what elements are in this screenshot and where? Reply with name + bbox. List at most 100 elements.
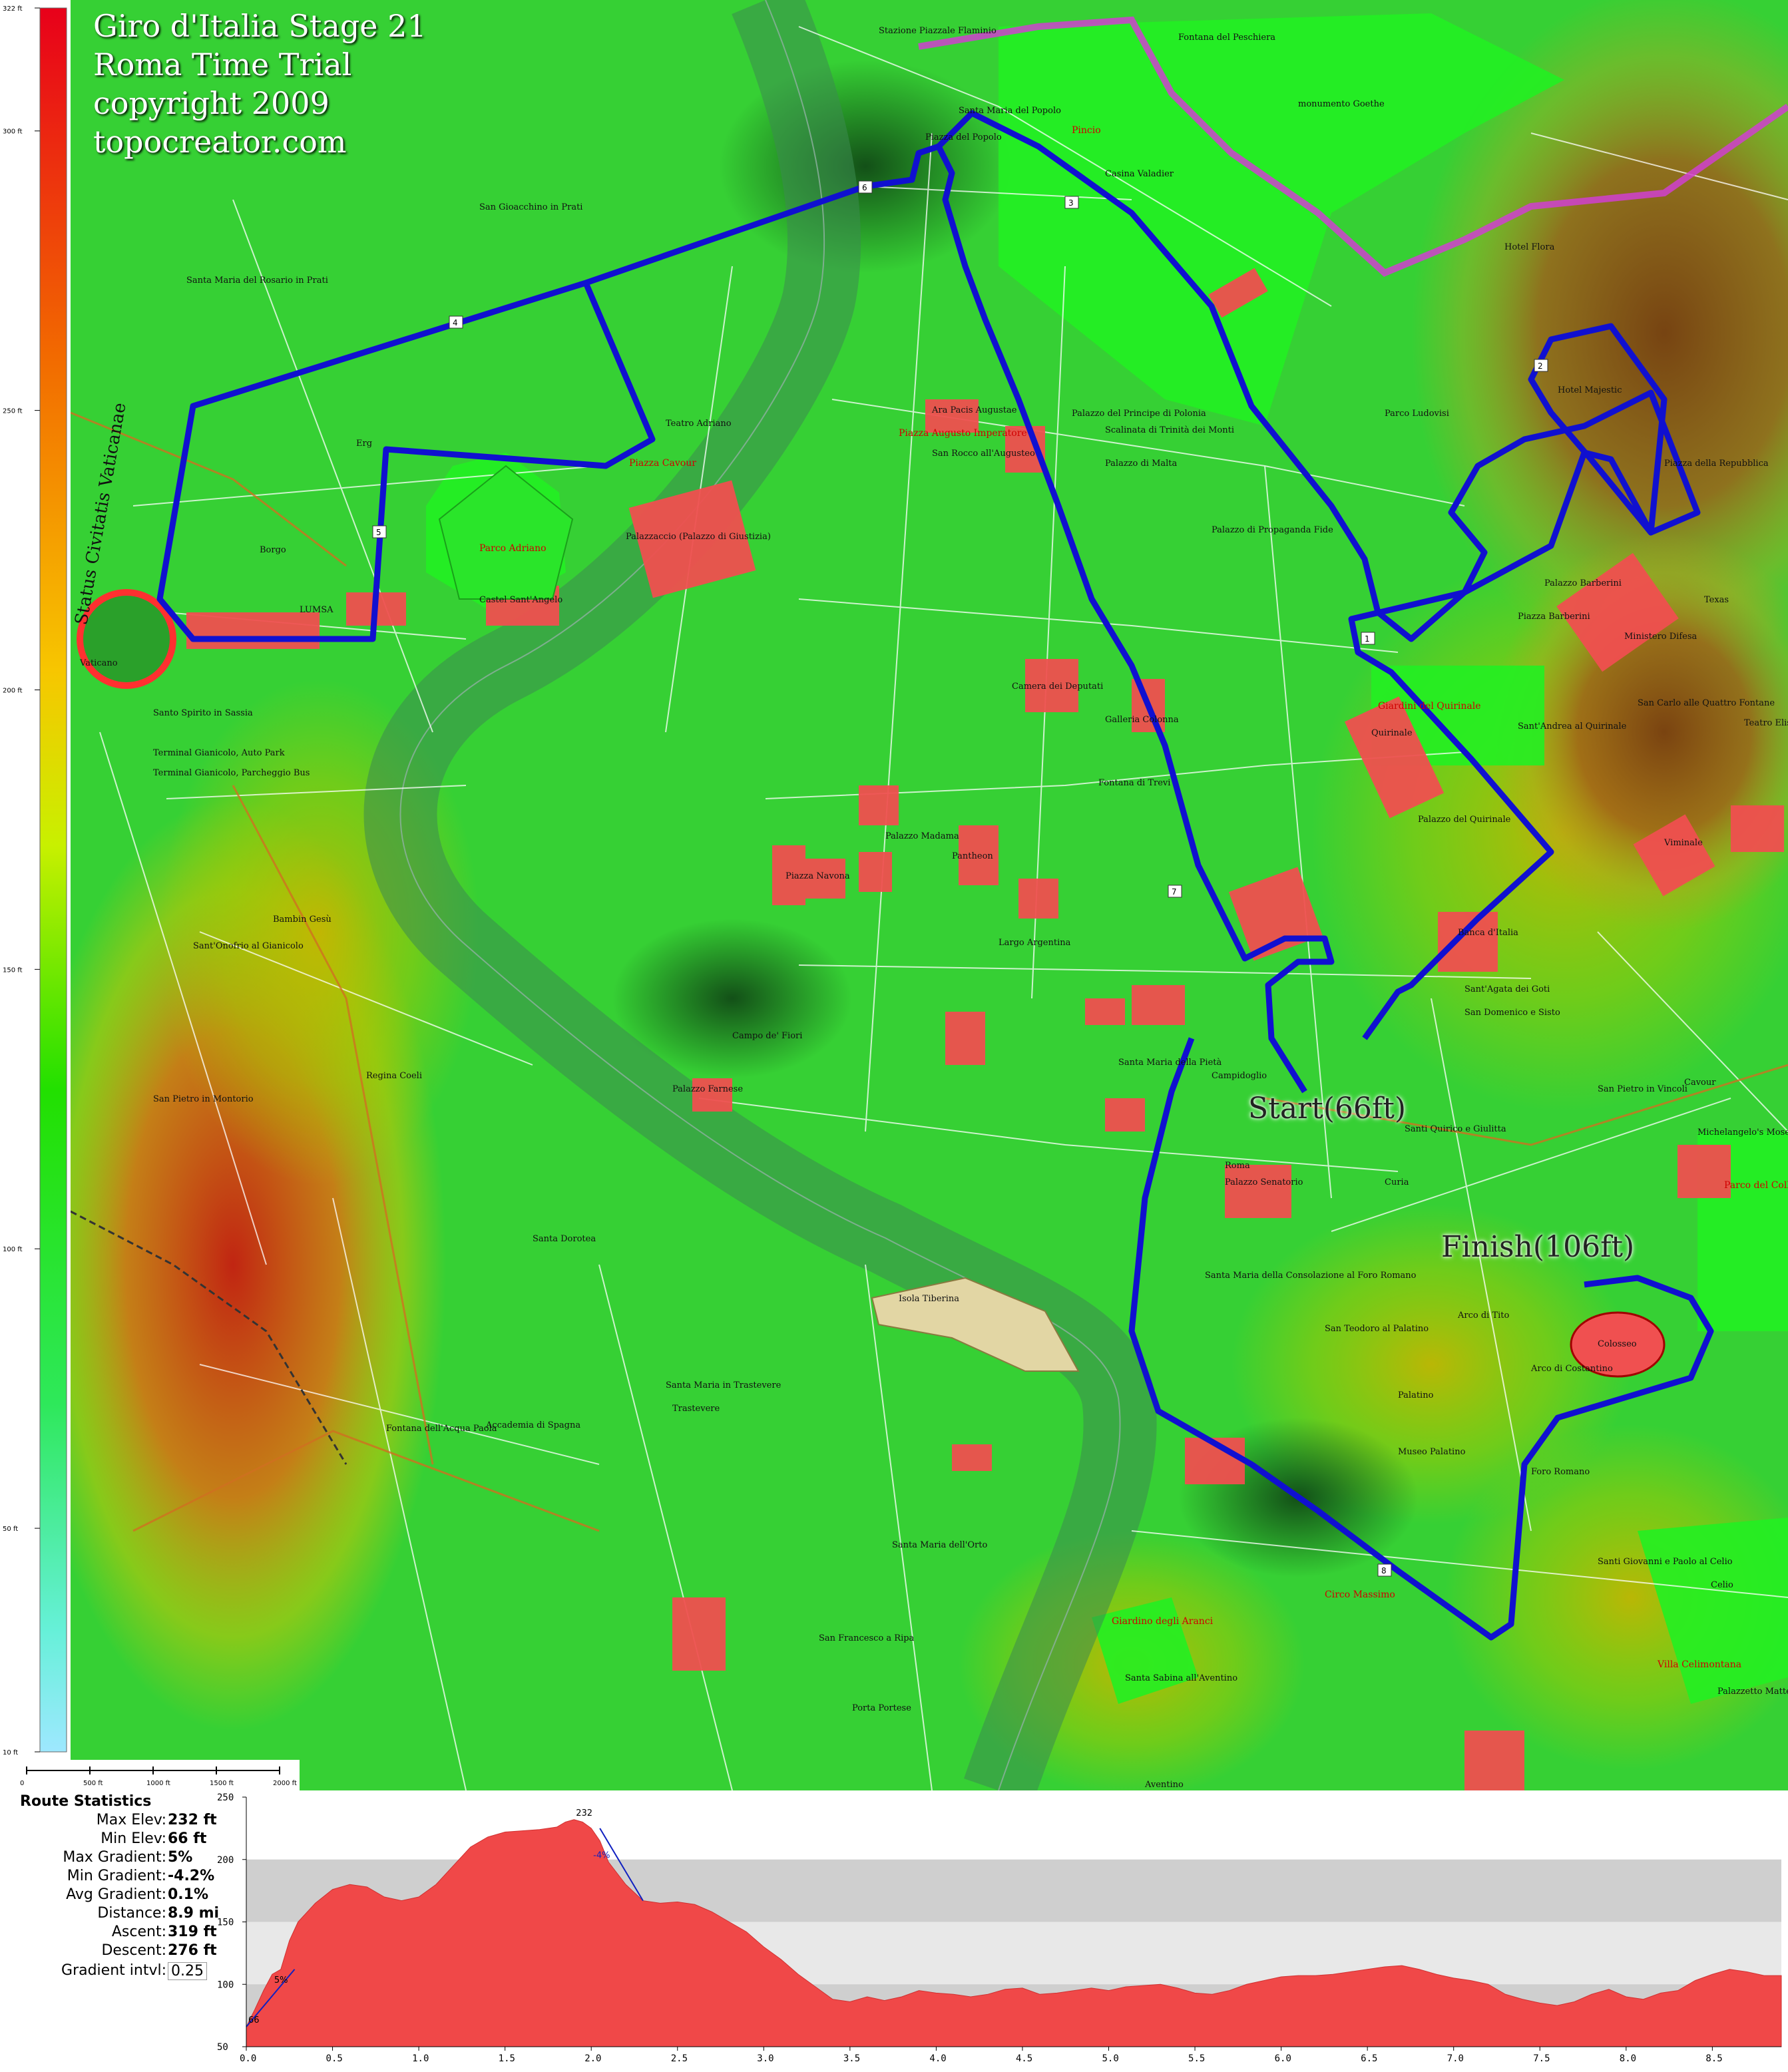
scale-bar: 0 500 ft 1000 ft 1500 ft 2000 ft [0, 1760, 300, 1790]
place-label: Hotel Flora [1504, 242, 1555, 252]
place-label: Palazzetto Mattei [1717, 1687, 1788, 1697]
place-label: Quirinale [1371, 728, 1413, 738]
place-label: Scalinata di Trinità dei Monti [1105, 425, 1234, 435]
elevation-scale: 322 ft 300 ft 250 ft 200 ft 150 ft 100 ft 50 f… [3, 5, 67, 1757]
stat-min-elev: Min Elev: 66 ft [101, 1830, 207, 1847]
place-label: Palazzo del Principe di Polonia [1072, 409, 1206, 419]
map-canvas[interactable]: Stazione Piazzale Flaminio Santa Maria d… [0, 0, 1788, 1802]
route-marker-4: 4 [449, 315, 463, 329]
place-label: Piazza del Popolo [925, 132, 1002, 142]
scale-tick-label: 0 [20, 1780, 24, 1787]
gradient-interval-label: Gradient intvl: [61, 1962, 166, 1979]
x-tick-label: 0.0 [240, 2053, 256, 2064]
elevation-profile: 50 100 150 200 250 0.0 0.5 1.0 1.5 2.0 2.5 3.0 3.5 4.… [186, 1790, 1788, 2069]
x-tick-label: 2.5 [671, 2053, 688, 2064]
legend-tick-label: 10 ft [3, 1749, 18, 1757]
place-label: Campidoglio [1212, 1071, 1267, 1081]
x-tick-label: 5.0 [1102, 2053, 1119, 2064]
place-label: Sant'Agata dei Goti [1464, 984, 1550, 994]
stat-max-elev: Max Elev: 232 ft [96, 1812, 217, 1828]
place-label: Castel Sant'Angelo [479, 595, 562, 605]
x-tick-label: 6.0 [1275, 2053, 1291, 2064]
topo-map[interactable]: Stazione Piazzale Flaminio Santa Maria d… [0, 0, 1788, 1802]
elevation-legend: 322 ft 300 ft 250 ft 200 ft 150 ft 100 ft 50 f… [0, 0, 71, 1760]
place-label: Ara Pacis Augustae [931, 405, 1017, 415]
y-tick-label: 150 [217, 1918, 234, 1928]
place-label: Cavour [1684, 1078, 1716, 1088]
place-label: Piazza della Repubblica [1664, 459, 1769, 469]
place-label: Santi Giovanni e Paolo al Celio [1598, 1557, 1733, 1567]
x-tick-label: 4.5 [1016, 2053, 1032, 2064]
place-label: Santo Spirito in Sassia [153, 708, 253, 718]
place-label: Hotel Majestic [1558, 385, 1622, 395]
stat-max-gradient: Max Gradient: 5% [63, 1849, 193, 1866]
place-label: Colosseo [1598, 1339, 1637, 1349]
x-tick-label: 5.5 [1188, 2053, 1205, 2064]
place-label: Texas [1704, 595, 1729, 605]
route-marker-3: 3 [1064, 196, 1079, 209]
place-label: Piazza Navona [785, 871, 850, 881]
place-label: Piazza Augusto Imperatore [899, 428, 1027, 439]
place-label: Fontana di Trevi [1098, 778, 1170, 788]
place-label: Giardino degli Aranci [1112, 1616, 1214, 1627]
place-label: San Pietro in Vincoli [1598, 1084, 1687, 1094]
place-label: Santa Maria della Consolazione al Foro R… [1205, 1271, 1417, 1281]
place-label: Parco Adriano [479, 543, 547, 554]
place-label: Sant'Onofrio al Gianicolo [193, 941, 304, 951]
place-label: Arco di Tito [1457, 1311, 1510, 1321]
place-label: Camera dei Deputati [1012, 682, 1103, 692]
place-label: Banca d'Italia [1458, 928, 1518, 938]
place-label: Santa Maria in Trastevere [666, 1380, 782, 1390]
place-label: Arco di Costantino [1530, 1364, 1613, 1374]
place-label: Fontana dell'Acqua Paola [386, 1424, 497, 1434]
place-label: Santa Maria del Popolo [959, 106, 1061, 116]
place-label: Palazzo Barberini [1544, 578, 1622, 588]
place-label: Piazza Cavour [629, 458, 696, 469]
place-label: Terminal Gianicolo, Parcheggio Bus [153, 768, 310, 778]
place-label: Santa Maria della Pietà [1118, 1058, 1222, 1068]
stat-avg-gradient: Avg Gradient: 0.1% [66, 1886, 209, 1903]
place-label: Circo Massimo [1325, 1589, 1395, 1600]
x-tick-label: 3.5 [843, 2053, 860, 2064]
place-label: San Pietro in Montorio [153, 1094, 254, 1104]
place-label: Isola Tiberina [899, 1294, 959, 1304]
profile-annotation: 66 [248, 2015, 260, 2025]
x-tick-label: 0.5 [326, 2053, 343, 2064]
scale-tick-label: 500 ft [83, 1780, 103, 1787]
route-marker-7: 7 [1168, 885, 1182, 898]
legend-tick-label: 250 ft [3, 408, 23, 415]
place-label: Santa Sabina all'Aventino [1125, 1673, 1237, 1683]
legend-tick-label: 322 ft [3, 5, 23, 13]
place-label: Palazzo di Propaganda Fide [1212, 525, 1333, 535]
route-marker-1: 1 [1361, 632, 1375, 645]
place-label: San Rocco all'Augusteo [932, 449, 1035, 459]
place-label: Curia [1385, 1177, 1409, 1187]
place-label: Piazza Barberini [1518, 612, 1590, 622]
place-label: Campo de' Fiori [732, 1031, 802, 1041]
place-label: Foro Romano [1531, 1467, 1590, 1477]
place-label: Michelangelo's Moses (statua) [1697, 1128, 1788, 1138]
legend-tick-label: 50 ft [3, 1526, 18, 1533]
y-tick-label: 250 [217, 1792, 234, 1803]
gradient-interval-row: Gradient intvl: 0.25 [0, 1962, 207, 1980]
map-title-line: Roma Time Trial [93, 47, 352, 83]
svg-text:1: 1 [1365, 634, 1370, 644]
start-label: Start(66ft) [1248, 1092, 1407, 1126]
place-label: San Carlo alle Quattro Fontane [1638, 698, 1775, 708]
x-tick-label: 6.5 [1361, 2053, 1377, 2064]
x-tick-label: 1.0 [412, 2053, 429, 2064]
place-label: Santa Dorotea [533, 1234, 596, 1244]
place-label: San Teodoro al Palatino [1325, 1324, 1429, 1334]
x-tick-label: 7.0 [1447, 2053, 1464, 2064]
place-label: Palazzo Madama [885, 831, 959, 841]
svg-text:5: 5 [376, 528, 381, 537]
scale-tick-label: 1000 ft [146, 1780, 170, 1787]
elevation-profile-chart: 50 100 150 200 250 0.0 0.5 1.0 1.5 2.0 2.5 3.0 3.5 4.… [217, 1792, 1782, 2064]
svg-text:4: 4 [453, 318, 458, 327]
place-label: San Gioacchino in Prati [479, 202, 582, 212]
place-label: Villa Celimontana [1657, 1659, 1741, 1670]
place-label: Celio [1711, 1580, 1733, 1590]
profile-annotation: 5% [274, 1975, 288, 1985]
place-label: San Domenico e Sisto [1464, 1008, 1560, 1018]
route-marker-8: 8 [1377, 1563, 1392, 1577]
